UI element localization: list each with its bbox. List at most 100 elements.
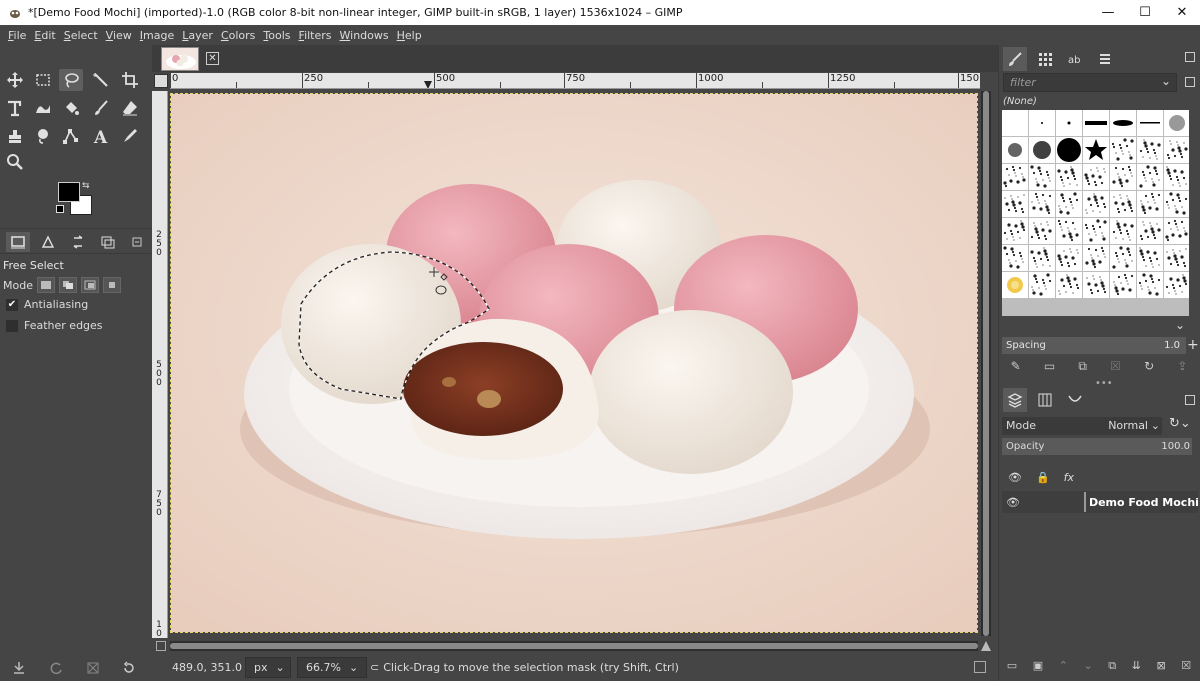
- menu-colors[interactable]: Colors: [217, 29, 259, 42]
- brush-preview[interactable]: [1110, 245, 1136, 271]
- brushes-tab-icon[interactable]: [1003, 47, 1027, 71]
- brush-preview[interactable]: [1002, 272, 1028, 298]
- new-layer-group-icon[interactable]: ▣: [1033, 659, 1043, 679]
- image-tab-thumbnail[interactable]: [161, 47, 199, 71]
- brush-preview[interactable]: [1110, 137, 1136, 163]
- brush-preview[interactable]: [1002, 191, 1028, 217]
- vertical-scrollbar-thumb[interactable]: [983, 91, 989, 636]
- brush-preview[interactable]: [1137, 272, 1163, 298]
- new-brush-icon[interactable]: ▭: [1044, 359, 1055, 379]
- tool-options-tab-icon[interactable]: [6, 232, 30, 252]
- paths-tab-icon[interactable]: [1063, 388, 1087, 412]
- patterns-tab-icon[interactable]: [1033, 47, 1057, 71]
- zoom-tool-icon[interactable]: [3, 151, 27, 173]
- duplicate-layer-icon[interactable]: ⧉: [1108, 659, 1116, 679]
- brush-preview[interactable]: [1056, 272, 1082, 298]
- opacity-slider[interactable]: Opacity 100.0: [1002, 438, 1192, 455]
- vertical-ruler[interactable]: 2 5 0 5 0 0 7 5 0 1 0: [152, 91, 168, 638]
- layers-tab-icon[interactable]: [1003, 388, 1027, 412]
- brush-preview[interactable]: [1164, 272, 1189, 298]
- filter-menu-icon[interactable]: [1185, 77, 1195, 87]
- duplicate-brush-icon[interactable]: ⧉: [1078, 359, 1087, 379]
- reset-tool-options-icon[interactable]: [120, 659, 138, 677]
- delete-tool-preset-icon[interactable]: [84, 659, 102, 677]
- menu-tools[interactable]: Tools: [259, 29, 294, 42]
- layer-visibility-eye-icon[interactable]: 👁: [1006, 496, 1020, 509]
- feather-edges-checkbox[interactable]: Feather edges: [6, 319, 103, 332]
- unified-transform-tool-icon[interactable]: [3, 97, 27, 119]
- paths-tool-icon[interactable]: [59, 125, 83, 147]
- switch-mode-icon[interactable]: ↻⌄: [1169, 416, 1191, 431]
- vertical-scrollbar[interactable]: [981, 91, 991, 636]
- menu-file[interactable]: File: [4, 29, 30, 42]
- brush-preview[interactable]: [1029, 245, 1055, 271]
- brush-preview[interactable]: [1083, 272, 1109, 298]
- menu-edit[interactable]: Edit: [30, 29, 59, 42]
- mode-subtract-button[interactable]: [80, 277, 99, 293]
- restore-tool-preset-icon[interactable]: [47, 659, 65, 677]
- merge-down-icon[interactable]: ⇊: [1132, 659, 1141, 679]
- chevron-down-icon[interactable]: ⌄: [1175, 318, 1185, 332]
- menu-view[interactable]: View: [102, 29, 136, 42]
- fg-bg-color-swatches[interactable]: ⇆: [56, 181, 94, 217]
- open-brush-as-image-icon[interactable]: ⇪: [1177, 359, 1187, 379]
- configure-tab-icon[interactable]: [130, 232, 144, 252]
- rect-select-tool-icon[interactable]: [31, 69, 55, 91]
- eraser-tool-icon[interactable]: [118, 97, 142, 119]
- edit-brush-icon[interactable]: ✎: [1011, 359, 1021, 379]
- navigate-icon[interactable]: [981, 641, 991, 651]
- default-colors-icon[interactable]: [56, 205, 64, 213]
- brush-preview[interactable]: [1110, 218, 1136, 244]
- brush-preview[interactable]: [1002, 245, 1028, 271]
- close-image-tab-icon[interactable]: ✕: [206, 52, 219, 65]
- brush-grid[interactable]: [1002, 110, 1189, 316]
- raise-layer-icon[interactable]: ⌃: [1059, 659, 1068, 679]
- maximize-button[interactable]: ☐: [1125, 0, 1165, 25]
- horizontal-scrollbar[interactable]: [170, 641, 978, 651]
- close-button[interactable]: ✕: [1162, 0, 1200, 25]
- lower-layer-icon[interactable]: ⌄: [1084, 659, 1093, 679]
- warp-transform-tool-icon[interactable]: [31, 97, 55, 119]
- menu-select[interactable]: Select: [60, 29, 102, 42]
- layer-mode-select[interactable]: Mode Normal ⌄: [1002, 417, 1162, 435]
- canvas-image[interactable]: [170, 93, 978, 633]
- zoom-select[interactable]: 66.7% ⌄: [297, 657, 367, 678]
- brush-preview[interactable]: [1083, 245, 1109, 271]
- brush-preview[interactable]: [1164, 110, 1189, 136]
- brush-preview[interactable]: [1083, 218, 1109, 244]
- canvas-nav-icon[interactable]: [156, 641, 166, 651]
- spacing-slider[interactable]: Spacing 1.0: [1002, 337, 1186, 354]
- brush-preview[interactable]: [1110, 272, 1136, 298]
- mode-intersect-button[interactable]: [102, 277, 121, 293]
- feather-check-box[interactable]: [6, 319, 18, 332]
- brush-preview[interactable]: [1164, 164, 1189, 190]
- chevron-down-icon[interactable]: ⌄: [1161, 74, 1171, 88]
- horizontal-ruler[interactable]: 0 250 500 750 1000 1250 150: [170, 73, 980, 89]
- brush-preview[interactable]: [1137, 164, 1163, 190]
- fg-color-swatch[interactable]: [58, 182, 80, 202]
- refresh-brushes-icon[interactable]: ↻: [1144, 359, 1154, 379]
- minimize-button[interactable]: —: [1088, 0, 1128, 25]
- paintbrush-tool-icon[interactable]: [89, 97, 113, 119]
- brush-preview[interactable]: [1056, 218, 1082, 244]
- brush-preview[interactable]: [1056, 191, 1082, 217]
- brush-preview[interactable]: [1029, 191, 1055, 217]
- dashboard-icon[interactable]: [974, 661, 986, 673]
- brush-preview[interactable]: [1002, 137, 1028, 163]
- brush-preview[interactable]: [1056, 245, 1082, 271]
- brush-preview[interactable]: [1164, 218, 1189, 244]
- horizontal-scrollbar-thumb[interactable]: [170, 643, 978, 649]
- brush-preview[interactable]: [1029, 218, 1055, 244]
- antialiasing-check-icon[interactable]: ✔: [6, 298, 18, 311]
- brush-preview[interactable]: [1083, 137, 1109, 163]
- mode-add-button[interactable]: [58, 277, 77, 293]
- new-layer-icon[interactable]: ▭: [1007, 659, 1017, 679]
- brush-preview[interactable]: [1164, 137, 1189, 163]
- brush-preview[interactable]: [1137, 245, 1163, 271]
- mask-layer-icon[interactable]: ⊠: [1156, 659, 1165, 679]
- brush-preview[interactable]: [1083, 110, 1109, 136]
- eye-icon[interactable]: 👁: [1008, 471, 1022, 484]
- smudge-tool-icon[interactable]: [31, 125, 55, 147]
- menu-layer[interactable]: Layer: [178, 29, 217, 42]
- brush-preview[interactable]: [1110, 191, 1136, 217]
